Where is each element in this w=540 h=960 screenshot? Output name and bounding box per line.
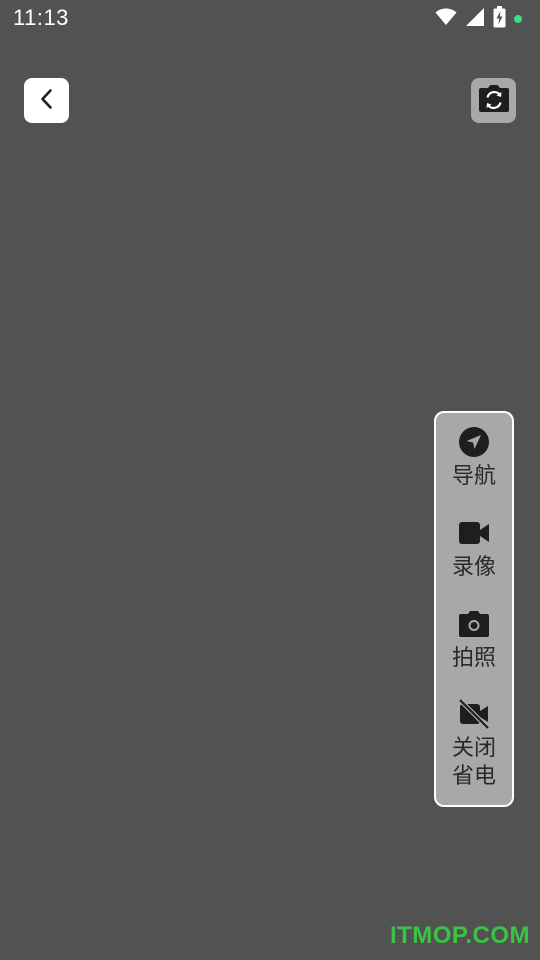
take-photo-button[interactable]: 拍照 bbox=[436, 607, 512, 673]
cell-signal-icon bbox=[465, 7, 485, 31]
chevron-left-icon bbox=[37, 87, 57, 115]
photo-camera-icon bbox=[457, 607, 491, 641]
camera-switch-icon bbox=[477, 84, 511, 118]
navigation-label: 导航 bbox=[451, 464, 496, 489]
video-off-icon bbox=[457, 697, 491, 731]
power-save-off-label: 关闭省电 bbox=[451, 736, 496, 789]
navigation-arrow-icon bbox=[457, 425, 491, 459]
wifi-icon bbox=[435, 8, 457, 30]
take-photo-label: 拍照 bbox=[451, 646, 496, 671]
back-button[interactable] bbox=[24, 78, 69, 123]
status-time: 11:13 bbox=[13, 5, 69, 30]
status-bar: 11:13 bbox=[0, 0, 540, 38]
side-panel: 导航 录像 拍照 关闭省电 bbox=[434, 411, 514, 807]
video-camera-icon bbox=[457, 516, 491, 550]
record-video-label: 录像 bbox=[451, 555, 496, 580]
watermark: ITMOP.COM bbox=[389, 922, 530, 949]
status-icons bbox=[435, 6, 522, 32]
switch-camera-button[interactable] bbox=[471, 78, 516, 123]
power-save-off-button[interactable]: 关闭省电 bbox=[436, 697, 512, 791]
battery-charging-icon bbox=[493, 6, 506, 32]
status-dot bbox=[514, 15, 522, 23]
navigation-button[interactable]: 导航 bbox=[436, 425, 512, 491]
record-video-button[interactable]: 录像 bbox=[436, 516, 512, 582]
